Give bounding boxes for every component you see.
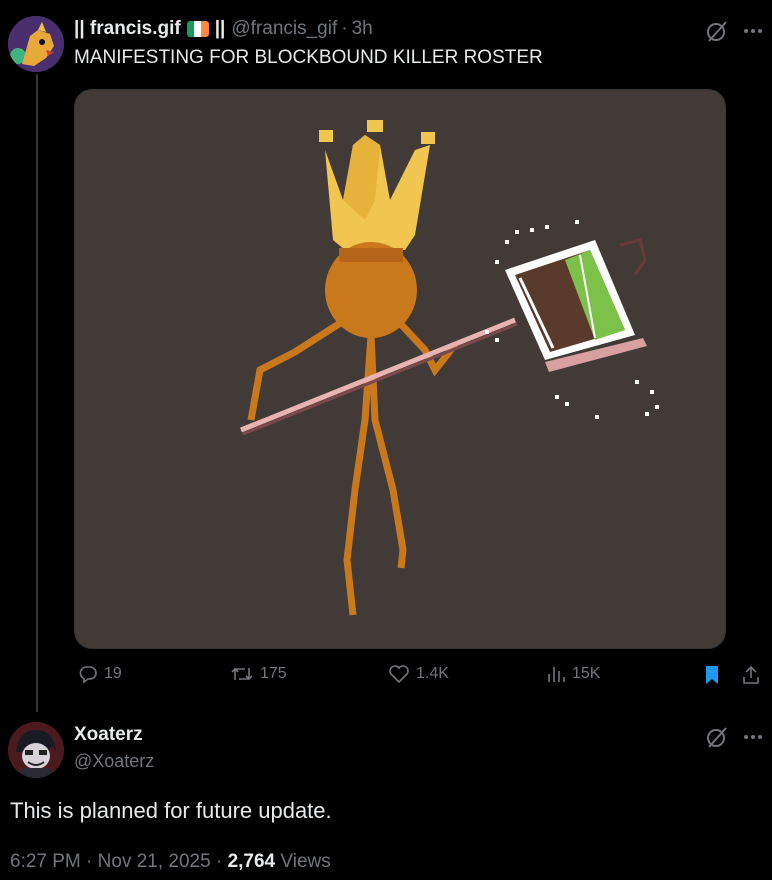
repost-icon bbox=[231, 667, 253, 681]
post-media-image[interactable] bbox=[74, 89, 726, 649]
author-name-suffix: || bbox=[214, 18, 226, 39]
pixel-art-character bbox=[240, 120, 659, 616]
like-button[interactable]: 1.4K bbox=[388, 664, 449, 684]
reply-button[interactable]: 19 bbox=[78, 664, 122, 684]
reply-time[interactable]: 6:27 PM bbox=[10, 851, 81, 872]
author-avatar[interactable] bbox=[8, 16, 64, 72]
views-button[interactable]: 15K bbox=[546, 664, 600, 684]
like-count: 1.4K bbox=[416, 665, 449, 682]
reply-grok-icon[interactable] bbox=[704, 724, 730, 750]
thread-connector bbox=[36, 74, 38, 712]
reply-author-handle[interactable]: @Xoaterz bbox=[74, 751, 154, 772]
meta-separator: · bbox=[86, 851, 93, 872]
author-handle[interactable]: @francis_gif bbox=[231, 18, 337, 40]
ireland-flag-icon bbox=[186, 21, 209, 37]
repost-button[interactable]: 175 bbox=[230, 664, 287, 684]
reply-views-count: 2,764 bbox=[227, 851, 276, 872]
views-count: 15K bbox=[572, 665, 601, 682]
reply-text: This is planned for future update. bbox=[10, 798, 332, 823]
share-button[interactable] bbox=[740, 664, 768, 686]
repost-count: 175 bbox=[260, 665, 287, 682]
meta-separator: · bbox=[215, 851, 223, 872]
reply-author-avatar[interactable] bbox=[8, 722, 64, 778]
post-text: MANIFESTING FOR BLOCKBOUND KILLER ROSTER bbox=[74, 47, 543, 68]
post-time[interactable]: 3h bbox=[352, 18, 373, 40]
bookmark-icon bbox=[706, 666, 718, 684]
grok-icon[interactable] bbox=[704, 18, 730, 44]
reply-count: 19 bbox=[104, 665, 122, 682]
reply-author-name[interactable]: Xoaterz bbox=[74, 724, 143, 746]
reply-views-label: Views bbox=[280, 851, 331, 872]
share-icon bbox=[743, 665, 759, 684]
reply-date[interactable]: Nov 21, 2025 bbox=[98, 851, 211, 872]
author-name[interactable]: || francis.gif bbox=[74, 18, 181, 40]
reply-metadata: 6:27 PM · Nov 21, 2025 · 2,764 Views bbox=[10, 851, 331, 873]
post-actions: 19 175 1.4K 15K bbox=[74, 664, 764, 694]
bookmark-button[interactable] bbox=[702, 664, 728, 686]
more-options-icon[interactable] bbox=[742, 20, 764, 42]
post-header: || francis.gif || @francis_gif · 3h bbox=[74, 18, 373, 40]
views-icon bbox=[548, 667, 565, 682]
reply-more-options-icon[interactable] bbox=[742, 726, 764, 748]
dot-separator: · bbox=[341, 18, 348, 39]
heart-icon bbox=[389, 665, 409, 684]
reply-icon bbox=[79, 666, 97, 684]
